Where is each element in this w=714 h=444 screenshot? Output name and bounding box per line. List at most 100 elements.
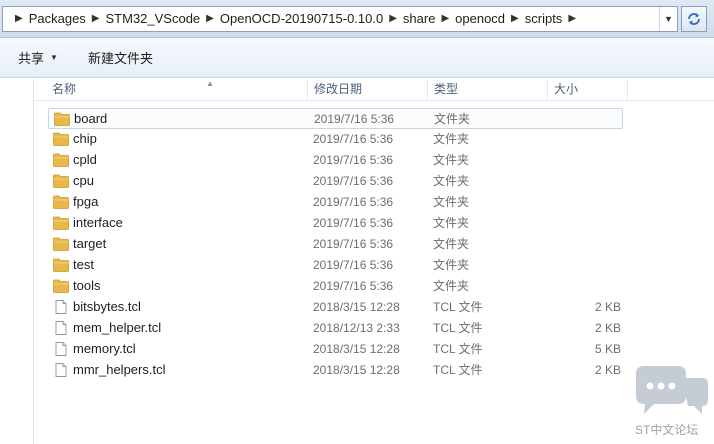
- row-date: 2018/3/15 12:28: [313, 363, 400, 377]
- column-header-row: ▲ 名称 修改日期 类型 大小: [36, 79, 714, 101]
- watermark-text: ST中文论坛: [635, 423, 699, 437]
- row-type: TCL 文件: [433, 321, 483, 335]
- row-type: 文件夹: [434, 112, 471, 126]
- file-icon: [53, 300, 69, 314]
- folder-row[interactable]: chip 2019/7/16 5:36 文件夹: [48, 129, 623, 150]
- folder-icon: [53, 258, 69, 272]
- row-type: 文件夹: [433, 195, 470, 209]
- share-label: 共享: [18, 51, 45, 66]
- address-bar-row: ▶ Packages ▶ STM32_VScode ▶ OpenOCD-2019…: [0, 0, 714, 38]
- row-date: 2018/12/13 2:33: [313, 321, 400, 335]
- row-type: 文件夹: [433, 279, 470, 293]
- column-header-date[interactable]: 修改日期: [308, 79, 428, 101]
- row-size: 5 KB: [594, 342, 621, 356]
- file-icon: [53, 342, 69, 356]
- folder-icon: [53, 153, 69, 167]
- chevron-down-icon: ▼: [664, 14, 673, 24]
- row-name: mem_helper.tcl: [73, 320, 162, 335]
- chevron-right-icon[interactable]: ▶: [86, 7, 106, 31]
- row-type: TCL 文件: [433, 342, 483, 356]
- row-date: 2019/7/16 5:36: [313, 195, 394, 209]
- folder-icon: [53, 237, 69, 251]
- column-header-type-label: 类型: [434, 82, 459, 96]
- navigation-pane[interactable]: [0, 79, 34, 444]
- file-icon: [53, 321, 69, 335]
- folder-row[interactable]: fpga 2019/7/16 5:36 文件夹: [48, 192, 623, 213]
- breadcrumb-item-share[interactable]: share: [403, 7, 436, 31]
- row-date: 2019/7/16 5:36: [313, 279, 394, 293]
- row-date: 2019/7/16 5:36: [313, 216, 394, 230]
- row-name: bitsbytes.tcl: [73, 299, 141, 314]
- file-row[interactable]: memory.tcl 2018/3/15 12:28 TCL 文件 5 KB: [48, 339, 623, 360]
- row-type: 文件夹: [433, 216, 470, 230]
- file-row[interactable]: bitsbytes.tcl 2018/3/15 12:28 TCL 文件 2 KB: [48, 297, 623, 318]
- column-header-name[interactable]: 名称: [46, 79, 308, 101]
- breadcrumb-item-scripts[interactable]: scripts: [525, 7, 563, 31]
- chevron-right-icon[interactable]: ▶: [562, 7, 582, 31]
- breadcrumb-item-openocd-version[interactable]: OpenOCD-20190715-0.10.0: [220, 7, 383, 31]
- chevron-right-icon[interactable]: ▶: [9, 7, 29, 31]
- refresh-button[interactable]: [681, 6, 707, 32]
- folder-icon: [53, 216, 69, 230]
- row-date: 2018/3/15 12:28: [313, 342, 400, 356]
- breadcrumb-item-packages[interactable]: Packages: [29, 7, 86, 31]
- folder-icon: [53, 279, 69, 293]
- column-header-size-label: 大小: [554, 82, 579, 96]
- new-folder-label: 新建文件夹: [87, 51, 153, 66]
- row-type: 文件夹: [433, 174, 470, 188]
- row-name: fpga: [73, 194, 99, 209]
- chevron-right-icon[interactable]: ▶: [200, 7, 220, 31]
- folder-row[interactable]: target 2019/7/16 5:36 文件夹: [48, 234, 623, 255]
- row-date: 2019/7/16 5:36: [313, 237, 394, 251]
- folder-row[interactable]: interface 2019/7/16 5:36 文件夹: [48, 213, 623, 234]
- row-name: board: [74, 111, 108, 126]
- row-size: 2 KB: [594, 363, 621, 377]
- column-header-name-label: 名称: [52, 82, 77, 96]
- folder-icon: [53, 195, 69, 209]
- file-row[interactable]: mem_helper.tcl 2018/12/13 2:33 TCL 文件 2 KB: [48, 318, 623, 339]
- row-date: 2019/7/16 5:36: [313, 258, 394, 272]
- column-header-type[interactable]: 类型: [428, 79, 548, 101]
- row-name: tools: [73, 278, 101, 293]
- command-toolbar: 共享 ▼ 新建文件夹: [0, 38, 714, 78]
- row-type: TCL 文件: [433, 300, 483, 314]
- folder-row[interactable]: tools 2019/7/16 5:36 文件夹: [48, 276, 623, 297]
- breadcrumb-item-openocd[interactable]: openocd: [455, 7, 505, 31]
- share-button[interactable]: 共享 ▼: [10, 44, 66, 72]
- row-name: cpu: [73, 173, 94, 188]
- row-name: chip: [73, 131, 97, 146]
- row-date: 2019/7/16 5:36: [313, 132, 394, 146]
- folder-row[interactable]: cpu 2019/7/16 5:36 文件夹: [48, 171, 623, 192]
- row-size: 2 KB: [594, 321, 621, 335]
- column-header-size[interactable]: 大小: [548, 79, 628, 101]
- folder-icon: [53, 132, 69, 146]
- folder-icon: [54, 112, 70, 126]
- column-header-date-label: 修改日期: [314, 82, 363, 96]
- row-size: 2 KB: [594, 300, 621, 314]
- chevron-right-icon[interactable]: ▶: [435, 7, 455, 31]
- file-row[interactable]: mmr_helpers.tcl 2018/3/15 12:28 TCL 文件 2 KB: [48, 360, 623, 381]
- folder-row[interactable]: test 2019/7/16 5:36 文件夹: [48, 255, 623, 276]
- breadcrumb-item-stm32-vscode[interactable]: STM32_VScode: [106, 7, 201, 31]
- row-date: 2018/3/15 12:28: [313, 300, 400, 314]
- row-type: TCL 文件: [433, 363, 483, 377]
- row-type: 文件夹: [433, 132, 470, 146]
- address-bar[interactable]: ▶ Packages ▶ STM32_VScode ▶ OpenOCD-2019…: [2, 6, 678, 32]
- row-type: 文件夹: [433, 258, 470, 272]
- chevron-right-icon[interactable]: ▶: [383, 7, 403, 31]
- row-date: 2019/7/16 5:36: [313, 153, 394, 167]
- row-name: memory.tcl: [73, 341, 136, 356]
- folder-row[interactable]: cpld 2019/7/16 5:36 文件夹: [48, 150, 623, 171]
- row-name: interface: [73, 215, 123, 230]
- file-icon: [53, 363, 69, 377]
- folder-row[interactable]: board 2019/7/16 5:36 文件夹: [48, 108, 623, 129]
- row-name: mmr_helpers.tcl: [73, 362, 166, 377]
- row-name: cpld: [73, 152, 97, 167]
- folder-icon: [53, 174, 69, 188]
- new-folder-button[interactable]: 新建文件夹: [80, 44, 161, 72]
- chevron-right-icon[interactable]: ▶: [505, 7, 525, 31]
- refresh-icon: [688, 13, 700, 25]
- row-date: 2019/7/16 5:36: [314, 112, 395, 126]
- address-history-dropdown[interactable]: ▼: [659, 7, 677, 31]
- breadcrumb: ▶ Packages ▶ STM32_VScode ▶ OpenOCD-2019…: [3, 7, 659, 31]
